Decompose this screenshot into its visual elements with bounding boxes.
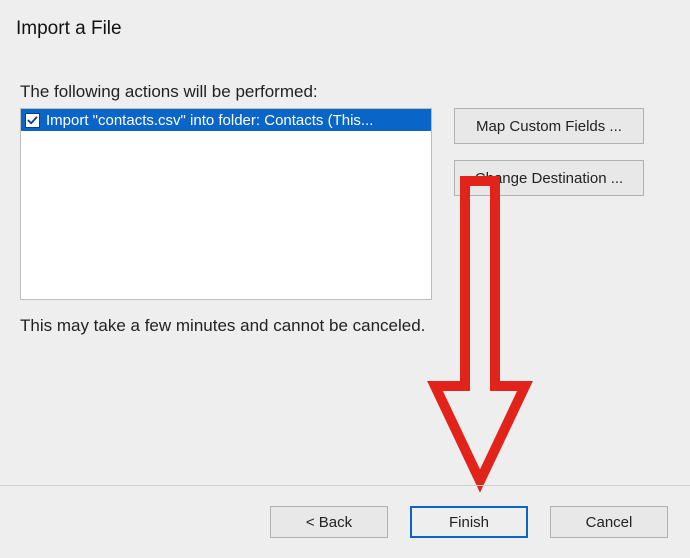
action-label: Import "contacts.csv" into folder: Conta… bbox=[46, 112, 373, 129]
actions-list[interactable]: Import "contacts.csv" into folder: Conta… bbox=[20, 108, 432, 300]
cancel-button[interactable]: Cancel bbox=[550, 506, 668, 538]
instructions-label: The following actions will be performed: bbox=[20, 82, 670, 102]
actions-row: Import "contacts.csv" into folder: Conta… bbox=[20, 108, 670, 300]
finish-button[interactable]: Finish bbox=[410, 506, 528, 538]
action-checkbox[interactable] bbox=[25, 113, 40, 128]
change-destination-button[interactable]: Change Destination ... bbox=[454, 160, 644, 196]
map-custom-fields-button[interactable]: Map Custom Fields ... bbox=[454, 108, 644, 144]
warning-label: This may take a few minutes and cannot b… bbox=[20, 316, 670, 336]
side-buttons: Map Custom Fields ... Change Destination… bbox=[454, 108, 644, 196]
dialog-title: Import a File bbox=[16, 18, 122, 40]
checkmark-icon bbox=[27, 115, 38, 126]
footer-buttons: < Back Finish Cancel bbox=[270, 506, 668, 538]
footer-divider bbox=[0, 485, 690, 486]
dialog-content: The following actions will be performed:… bbox=[20, 82, 670, 336]
action-item[interactable]: Import "contacts.csv" into folder: Conta… bbox=[21, 109, 431, 131]
back-button[interactable]: < Back bbox=[270, 506, 388, 538]
